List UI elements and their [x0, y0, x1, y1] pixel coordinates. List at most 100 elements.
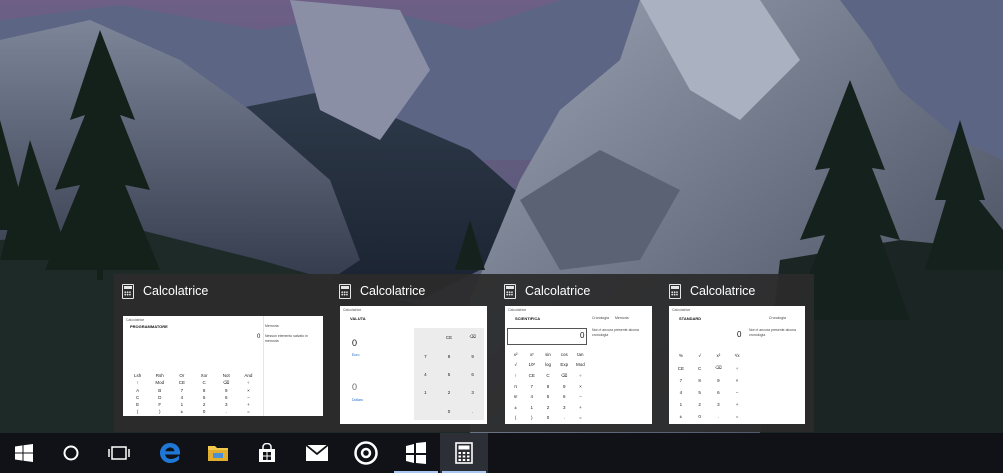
mini-mode-label: VALUTA [350, 316, 366, 321]
window-preview: Calcolatrice PROGRAMMATORE 0 Memoria Nes… [123, 316, 323, 416]
mini-key: Xor [200, 372, 208, 378]
mini-key: + [579, 404, 582, 410]
calculator-icon [669, 283, 681, 299]
mini-keypad: x² xʸ sin cos tan √ 10ˣ log Exp Mod ↑ CE C ⌫ ÷ π 7 8 9 × n! 4… [508, 350, 588, 422]
mini-key: 8 [447, 353, 451, 359]
mini-key: 3 [562, 404, 566, 410]
taskbar-thumbnail-flyout: Calcolatrice Calcolatrice PROGRAMMATORE … [114, 274, 814, 432]
mini-key: cos [560, 352, 568, 358]
mini-key: 5 [202, 394, 206, 400]
mini-key: xʸ [529, 352, 534, 358]
taskbar-file-explorer[interactable] [194, 433, 242, 473]
mini-key: 9 [562, 383, 566, 389]
calculator-icon [504, 283, 516, 299]
thumbnail-calculator-scientific[interactable]: Calcolatrice Calcolatrice SCIENTIFICA Cr… [496, 274, 661, 432]
thumbnail-calculator-currency[interactable]: Calcolatrice Calcolatrice VALUTA 0 Euro … [331, 274, 496, 432]
edge-icon [160, 443, 180, 463]
mini-key: CE [677, 365, 684, 371]
taskbar-calculator[interactable] [440, 433, 488, 473]
mini-key: 9 [717, 378, 720, 383]
mini-key: √ [514, 362, 517, 368]
mini-key: 7 [530, 383, 534, 389]
mini-key: Not [222, 372, 230, 378]
mini-key: . [472, 408, 474, 414]
mini-key: C [202, 380, 206, 385]
mini-key: B [158, 387, 162, 393]
mini-key: x² [513, 352, 518, 358]
mini-key: 0 [546, 414, 550, 420]
mini-key: Or [179, 372, 185, 378]
mini-key: 1 [424, 390, 427, 396]
calculator-icon [122, 283, 134, 299]
mini-app-title: Calcolatrice [508, 308, 527, 312]
mini-key: x² [716, 353, 721, 358]
thumbnail-calculator-programmer[interactable]: Calcolatrice Calcolatrice PROGRAMMATORE … [114, 274, 331, 432]
taskbar-mail[interactable] [293, 433, 341, 473]
mini-key: ÷ [247, 380, 250, 385]
mail-icon [306, 445, 328, 461]
mini-key: Exp [560, 362, 569, 368]
mini-key: Rsh [155, 372, 164, 378]
mini-app-title: Calcolatrice [343, 308, 362, 312]
mini-key: ↑ [514, 373, 517, 379]
mini-key: 9 [471, 353, 474, 359]
mini-key: sin [545, 352, 551, 358]
mini-key: × [247, 387, 250, 393]
mini-key: D [158, 394, 162, 400]
mini-key: 3 [717, 402, 720, 407]
taskbar-groove[interactable] [342, 433, 390, 473]
mini-key: 10ˣ [528, 362, 536, 368]
taskbar-edge[interactable] [146, 433, 194, 473]
mini-key: 2 [546, 404, 550, 410]
mini-key: 7 [679, 378, 683, 383]
mini-display: 0 [257, 334, 261, 340]
mini-key: log [544, 362, 551, 368]
store-bag-icon [259, 443, 275, 462]
mini-key: ) [158, 408, 161, 414]
mini-key: ± [514, 404, 517, 410]
mini-key: . [225, 408, 227, 414]
mini-key: ⌫ [561, 372, 568, 378]
task-view-button[interactable] [95, 433, 143, 473]
windows-logo-icon [15, 444, 33, 462]
mini-key: ( [136, 408, 139, 414]
mini-side-text: Non è ancora presente alcuna cronologia [592, 328, 639, 337]
taskbar-store[interactable] [243, 433, 291, 473]
mini-key: × [735, 378, 739, 383]
mini-key: = [735, 414, 739, 419]
mini-app-title: Calcolatrice [672, 308, 691, 312]
mini-key: Lsh [133, 372, 142, 378]
mini-display-top: 0 [352, 338, 358, 348]
mini-key: Mod [576, 362, 585, 368]
mini-key: √ [698, 353, 701, 358]
taskbar-app[interactable] [392, 433, 440, 473]
mini-key: 4 [180, 394, 184, 400]
thumbnail-header: Calcolatrice [122, 282, 208, 300]
mini-display: 0 [580, 331, 585, 340]
mini-key: F [158, 401, 162, 407]
mini-unit-top: Euro [352, 353, 360, 357]
mini-mode-label: STANDARD [679, 316, 702, 321]
mini-key: ⌫ [469, 334, 476, 340]
mini-unit-bottom: Dollaro [352, 398, 364, 402]
mini-key: CE [528, 373, 535, 379]
mini-key: 6 [717, 390, 720, 395]
mini-key: ± [679, 414, 683, 419]
mini-key: 1 [679, 402, 683, 407]
mini-key: 5 [447, 371, 451, 377]
mini-key [414, 403, 437, 420]
mini-key: 5 [698, 390, 701, 395]
folder-icon [208, 446, 228, 461]
mini-side-text: Non è ancora presente alcuna cronologia [749, 328, 796, 337]
cortana-button[interactable] [47, 433, 95, 473]
mini-key: % [678, 353, 683, 358]
mini-key: 6 [562, 394, 566, 400]
mini-key: 9 [224, 387, 228, 393]
mini-key: 3 [471, 390, 474, 396]
mini-key: C [546, 373, 550, 379]
thumbnail-calculator-standard[interactable]: Calcolatrice Calcolatrice STANDARD Crono… [661, 274, 814, 432]
start-button[interactable] [0, 433, 48, 473]
mini-key: ( [514, 414, 517, 420]
mini-key: 2 [698, 402, 701, 407]
window-preview: Calcolatrice STANDARD Cronologia 0 Non è… [669, 306, 805, 424]
